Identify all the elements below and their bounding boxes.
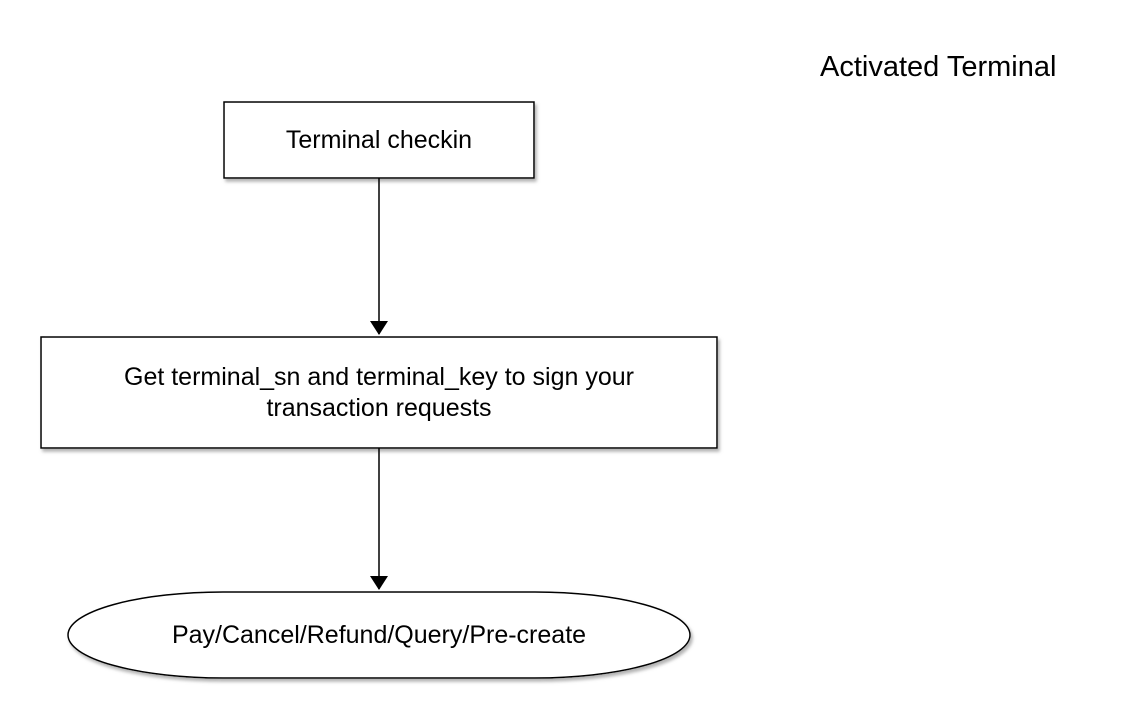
diagram-title: Activated Terminal: [820, 51, 1057, 83]
checkin-label: Terminal checkin: [285, 125, 473, 154]
flowchart-canvas: Activated Terminal Terminal checkin Get …: [0, 0, 1148, 718]
transactions-label: Pay/Cancel/Refund/Query/Pre-create: [171, 620, 587, 649]
get-keys-label: Get terminal_sn and terminal_key to sign…: [124, 362, 634, 422]
